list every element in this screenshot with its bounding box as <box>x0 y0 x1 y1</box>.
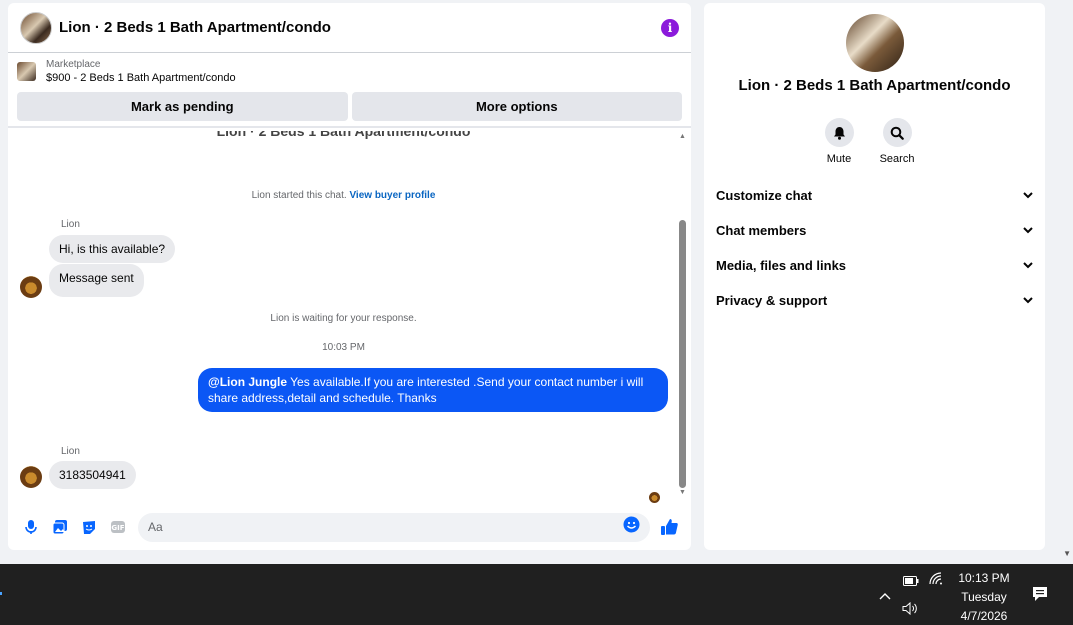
sticker-icon[interactable] <box>74 513 103 542</box>
notification-icon[interactable] <box>1032 586 1048 607</box>
chat-members-item[interactable]: Chat members <box>704 213 1045 248</box>
bell-icon[interactable] <box>824 118 854 147</box>
faded-chat-title: Lion · 2 Beds 1 Bath Apartment/condo <box>216 131 471 139</box>
scroll-thumb[interactable] <box>679 220 686 488</box>
more-options-button[interactable]: More options <box>351 92 682 121</box>
listing-avatar[interactable] <box>846 14 904 72</box>
message-list: Lion · 2 Beds 1 Bath Apartment/condo Lio… <box>8 131 691 503</box>
sender-name: Lion <box>61 446 80 457</box>
message-bubble-incoming[interactable]: Message sent <box>49 264 144 297</box>
media-files-links-item[interactable]: Media, files and links <box>704 248 1045 283</box>
search-action[interactable]: Search <box>880 118 914 165</box>
info-item-label: Chat members <box>716 223 807 238</box>
taskbar-indicator <box>0 592 2 595</box>
scroll-up-arrow[interactable]: ▲ <box>678 133 687 140</box>
composer: GIF <box>8 504 691 550</box>
listing-actions: Mark as pending More options <box>8 89 691 126</box>
header-divider <box>8 126 691 128</box>
privacy-support-item[interactable]: Privacy & support <box>704 283 1045 318</box>
message-bubble-outgoing[interactable]: @Lion Jungle Yes available.If you are in… <box>198 368 668 412</box>
network-icon[interactable] <box>929 572 943 590</box>
scroll-down-arrow[interactable]: ▼ <box>678 489 687 496</box>
photo-icon[interactable] <box>45 513 74 542</box>
message-bubble-incoming[interactable]: 3183504941 <box>49 461 136 489</box>
info-icon[interactable]: i <box>661 18 679 37</box>
listing-thumbnail <box>17 61 36 81</box>
clock-time: 10:13 PM <box>958 571 1010 585</box>
listing-description: $900 - 2 Beds 1 Bath Apartment/condo <box>46 71 236 84</box>
chevron-down-icon <box>1023 297 1033 304</box>
info-item-label: Privacy & support <box>716 293 828 308</box>
svg-text:GIF: GIF <box>111 524 124 532</box>
listing-text: Marketplace $900 - 2 Beds 1 Bath Apartme… <box>46 59 236 84</box>
listing-summary[interactable]: Marketplace $900 - 2 Beds 1 Bath Apartme… <box>8 53 691 89</box>
chat-panel: Lion · 2 Beds 1 Bath Apartment/condo i M… <box>8 3 691 550</box>
chevron-up-icon[interactable] <box>879 587 891 605</box>
battery-icon[interactable] <box>903 573 919 591</box>
waiting-notice: Lion is waiting for your response. <box>270 313 417 324</box>
message-input[interactable] <box>148 520 623 534</box>
info-item-label: Customize chat <box>716 188 813 203</box>
sender-name: Lion <box>61 219 80 230</box>
lion-avatar[interactable] <box>20 466 42 488</box>
mute-action[interactable]: Mute <box>822 118 856 165</box>
page-scroll-down-arrow[interactable]: ▼ <box>1063 549 1071 558</box>
clock-date: 4/7/2026 <box>960 609 1008 623</box>
clock-day: Tuesday <box>961 590 1007 604</box>
search-label: Search <box>879 153 915 165</box>
microphone-icon[interactable] <box>16 513 45 542</box>
emoji-icon[interactable] <box>623 516 640 538</box>
chevron-down-icon <box>1023 227 1033 234</box>
info-actions: Mute Search <box>822 118 914 165</box>
volume-icon[interactable] <box>902 601 919 620</box>
lion-avatar[interactable] <box>20 276 42 298</box>
chevron-down-icon <box>1023 192 1033 199</box>
read-receipt-avatar <box>649 492 660 503</box>
info-item-label: Media, files and links <box>716 258 847 273</box>
chat-info-panel: Lion · 2 Beds 1 Bath Apartment/condo Mut… <box>704 3 1045 550</box>
chat-header: Lion · 2 Beds 1 Bath Apartment/condo i <box>8 3 691 53</box>
message-bubble-incoming[interactable]: Hi, is this available? <box>49 235 176 263</box>
message-timestamp: 10:03 PM <box>322 342 365 353</box>
chat-started-notice: Lion started this chat. View buyer profi… <box>8 190 679 201</box>
mark-as-pending-button[interactable]: Mark as pending <box>17 92 348 121</box>
info-title: Lion · 2 Beds 1 Bath Apartment/condo <box>738 77 1011 94</box>
mention[interactable]: @Lion Jungle <box>208 375 287 389</box>
chat-started-text: Lion started this chat. <box>251 190 347 201</box>
message-input-box[interactable] <box>138 512 650 542</box>
system-clock[interactable]: 10:13 PM Tuesday 4/7/2026 <box>950 569 1018 625</box>
message-scrollbar[interactable]: ▲ ▼ <box>678 133 687 501</box>
chevron-down-icon <box>1023 262 1033 269</box>
listing-label: Marketplace <box>46 58 101 70</box>
customize-chat-item[interactable]: Customize chat <box>704 178 1045 213</box>
search-icon[interactable] <box>882 118 912 147</box>
gif-icon[interactable]: GIF <box>103 513 132 542</box>
chat-avatar[interactable] <box>20 11 52 44</box>
info-menu: Customize chat Chat members Media, files… <box>704 178 1045 318</box>
thumbs-up-icon[interactable] <box>654 513 683 542</box>
mute-label: Mute <box>826 153 852 165</box>
chat-title[interactable]: Lion · 2 Beds 1 Bath Apartment/condo <box>59 19 661 36</box>
view-buyer-profile-link[interactable]: View buyer profile <box>349 190 435 201</box>
taskbar: 10:13 PM Tuesday 4/7/2026 <box>0 564 1073 625</box>
